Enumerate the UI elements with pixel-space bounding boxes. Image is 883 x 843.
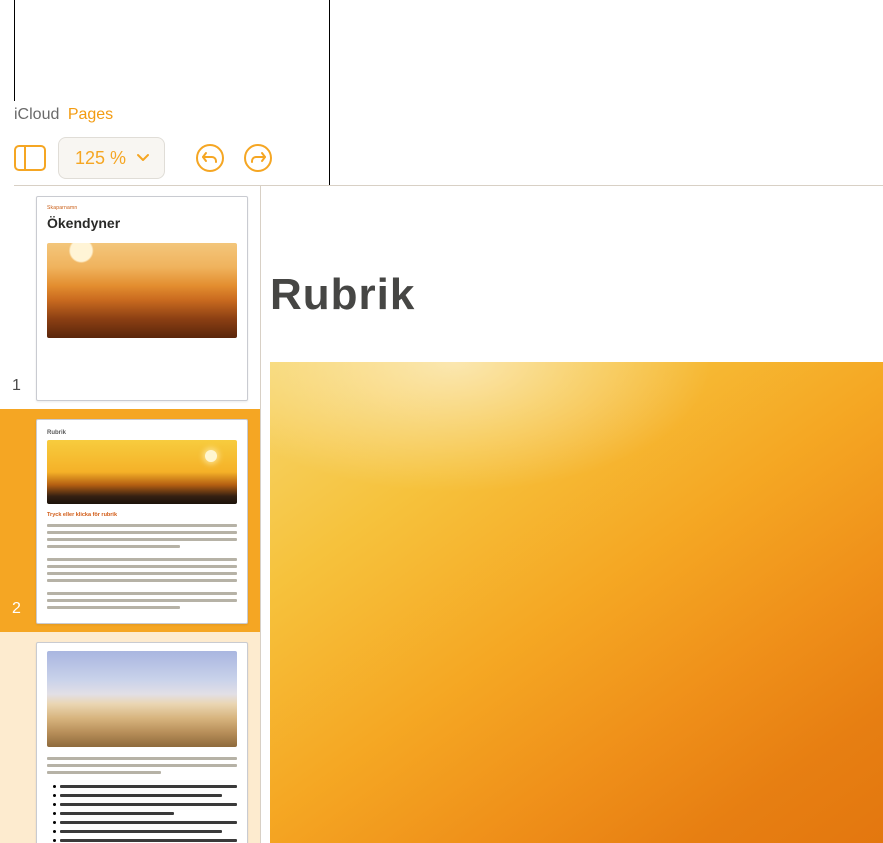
breadcrumb-app: Pages (68, 106, 113, 123)
thumbnail-1-image (47, 243, 237, 338)
thumbnail-2-subheading: Tryck eller klicka för rubrik (47, 512, 237, 518)
thumbnail-2-number: 2 (12, 600, 36, 624)
toolbar: 125 % (14, 131, 883, 186)
thumbnail-1-author: Skaparnamn (47, 205, 237, 211)
breadcrumb-root[interactable]: iCloud (14, 106, 59, 123)
redo-button[interactable] (243, 143, 273, 173)
document-canvas[interactable]: Rubrik (261, 186, 883, 843)
thumbnail-1-title: Ökendyner (47, 215, 237, 231)
undo-redo-group (195, 143, 273, 173)
thumbnail-2-page: Rubrik Tryck eller klicka för rubrik (36, 419, 248, 624)
page-heading[interactable]: Rubrik (270, 270, 415, 320)
redo-icon (243, 143, 273, 173)
sun-icon (205, 450, 217, 462)
zoom-dropdown[interactable]: 125 % (58, 137, 165, 179)
hero-image[interactable] (270, 362, 883, 843)
callout-line-1 (14, 0, 15, 101)
thumbnail-1-page: Skaparnamn Ökendyner (36, 196, 248, 401)
thumbnail-3[interactable]: 3 (0, 632, 260, 843)
thumbnail-2[interactable]: 2 Rubrik Tryck eller klicka för rubrik (0, 409, 260, 632)
thumbnail-2-heading: Rubrik (47, 430, 237, 436)
breadcrumb: iCloud Pages (14, 106, 113, 124)
zoom-value: 125 % (75, 148, 126, 169)
undo-icon (195, 143, 225, 173)
undo-button[interactable] (195, 143, 225, 173)
thumbnail-1[interactable]: 1 Skaparnamn Ökendyner (0, 186, 260, 409)
chevron-down-icon (136, 153, 150, 163)
thumbnail-3-page (36, 642, 248, 843)
sidebar-toggle-button[interactable] (14, 145, 46, 171)
thumbnail-3-image (47, 651, 237, 747)
thumbnail-2-image (47, 440, 237, 504)
thumbnail-sidebar: 1 Skaparnamn Ökendyner 2 Rubrik Tryck el… (0, 186, 261, 843)
sidebar-icon (14, 145, 46, 171)
thumbnail-1-number: 1 (12, 377, 36, 401)
